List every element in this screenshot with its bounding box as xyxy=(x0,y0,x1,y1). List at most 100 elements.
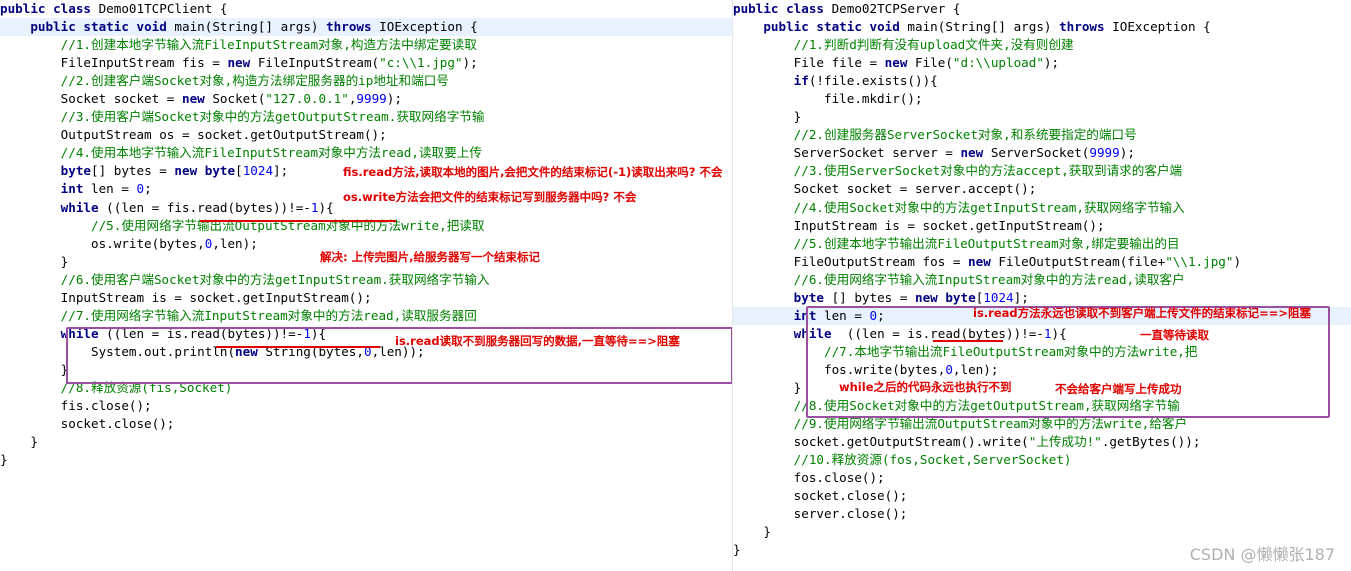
code-token: InputStream is = socket.getInputStream()… xyxy=(0,289,372,305)
code-token: Socket( xyxy=(212,91,266,107)
code-token: fos.write(bytes, xyxy=(733,361,946,377)
annotation-solution: 解决: 上传完图片,给服务器写一个结束标记 xyxy=(320,250,540,264)
code-token: IOException { xyxy=(1112,19,1211,35)
code-token: "d:\\upload" xyxy=(952,55,1044,71)
code-token: new xyxy=(960,145,991,161)
code-token: new xyxy=(181,91,213,107)
code-line: File file = new File("d:\\upload"); xyxy=(733,54,1351,72)
code-token: ; xyxy=(877,307,885,323)
code-token: ){ xyxy=(310,325,327,341)
code-token: //1.创建本地字节输入流FileInputStream对象,构造方法中绑定要读… xyxy=(60,37,477,53)
code-token: //3.使用客户端Socket对象中的方法getOutputStream.获取网… xyxy=(60,109,485,125)
code-line: server.close(); xyxy=(733,505,1351,523)
code-line: //9.使用网络字节输出流OutputStream对象中的方法write,给客户 xyxy=(733,415,1351,433)
code-line: } xyxy=(733,108,1351,126)
code-token: [ xyxy=(235,163,243,179)
code-token: InputStream is = socket.getInputStream()… xyxy=(733,217,1105,233)
code-token: //3.使用ServerSocket对象中的方法accept,获取到请求的客户端 xyxy=(793,163,1183,179)
code-token: } xyxy=(733,109,802,125)
code-token: //6.使用客户端Socket对象中的方法getInputStream.获取网络… xyxy=(60,271,490,287)
code-token: Socket socket = server.accept(); xyxy=(733,181,1037,197)
code-line: fos.close(); xyxy=(733,469,1351,487)
code-token: ) xyxy=(1233,253,1242,269)
code-token: fis.close(); xyxy=(0,398,152,414)
code-token: new xyxy=(884,55,915,71)
fis-read-underline xyxy=(200,220,396,222)
annotation-waiting: 一直等待读取 xyxy=(1140,328,1209,342)
code-token: main(String[] args) xyxy=(907,19,1060,35)
is-read-underline xyxy=(216,346,380,348)
code-token: //8.释放资源(fis,Socket) xyxy=(60,379,233,395)
code-token: 0 xyxy=(869,307,878,323)
code-token: ){ xyxy=(318,199,334,215)
code-token: System.out.println( xyxy=(0,343,236,359)
code-token: ((len = is.read(bytes))!=- xyxy=(839,325,1044,341)
code-line: //1.创建本地字节输入流FileInputStream对象,构造方法中绑定要读… xyxy=(0,36,732,54)
code-line: fis.close(); xyxy=(0,397,732,415)
code-token: ); xyxy=(1119,145,1135,161)
code-token: main(String[] args) xyxy=(174,19,327,35)
code-line: file.mkdir(); xyxy=(733,90,1351,108)
code-line: while ((len = is.read(bytes))!=-1){ xyxy=(733,325,1351,343)
code-token: throws xyxy=(1059,19,1113,35)
code-token: } xyxy=(0,434,38,450)
code-token: byte xyxy=(945,289,976,305)
code-token: //9.使用网络字节输出流OutputStream对象中的方法write,给客户 xyxy=(793,416,1188,432)
code-token: "c:\\1.jpg" xyxy=(379,55,463,71)
code-token: ){ xyxy=(1051,325,1067,341)
code-token: File file = xyxy=(733,55,885,71)
code-token: len = xyxy=(91,181,137,197)
code-line: } xyxy=(0,433,732,451)
code-line: //7.本地字节输出流FileOutputStream对象中的方法write,把 xyxy=(733,343,1351,361)
code-token: int xyxy=(793,307,825,323)
code-token: fos.close(); xyxy=(733,470,885,486)
code-token: } xyxy=(0,452,8,468)
code-token: //4.使用本地字节输入流FileInputStream对象中方法read,读取… xyxy=(60,145,482,161)
code-token: FileInputStream fis = xyxy=(0,55,228,71)
code-token: new xyxy=(968,253,999,269)
code-line: //10.释放资源(fos,Socket,ServerSocket) xyxy=(733,451,1351,469)
code-line: //7.使用网络字节输入流InputStream对象中的方法read,读取服务器… xyxy=(0,307,732,325)
code-token: //2.创建客户端Socket对象,构造方法绑定服务器的ip地址和端口号 xyxy=(60,73,449,89)
code-token: FileOutputStream fos = xyxy=(733,253,969,269)
code-token: static xyxy=(816,19,870,35)
code-token: IOException { xyxy=(379,19,478,35)
code-token: FileInputStream( xyxy=(257,55,380,71)
code-line: //2.创建服务器ServerSocket对象,和系统要指定的端口号 xyxy=(733,126,1351,144)
code-token: ); xyxy=(386,91,402,107)
code-line: byte [] bytes = new byte[1024]; xyxy=(733,289,1351,307)
code-token: ]; xyxy=(1013,289,1029,305)
code-token: 1024 xyxy=(983,289,1014,305)
code-line: } xyxy=(733,379,1351,397)
code-token: //8.使用Socket对象中的方法getOutputStream,获取网络字节… xyxy=(793,398,1180,414)
code-token: new xyxy=(915,289,946,305)
code-token: class xyxy=(786,1,832,16)
code-line: //2.创建客户端Socket对象,构造方法绑定服务器的ip地址和端口号 xyxy=(0,72,732,90)
code-token: //4.使用Socket对象中的方法getInputStream,获取网络字节输… xyxy=(793,199,1185,215)
code-line: socket.getOutputStream().write("上传成功!".g… xyxy=(733,433,1351,451)
code-token: Socket socket = xyxy=(0,91,182,107)
code-token: Demo01TCPClient { xyxy=(98,1,228,16)
code-line: //4.使用Socket对象中的方法getInputStream,获取网络字节输… xyxy=(733,199,1351,217)
code-line: } xyxy=(733,523,1351,541)
code-token: "\\1.jpg" xyxy=(1165,253,1234,269)
code-token: } xyxy=(0,361,69,377)
code-line: //4.使用本地字节输入流FileInputStream对象中方法read,读取… xyxy=(0,144,732,162)
code-token: len = xyxy=(824,307,870,323)
code-token: ServerSocket server = xyxy=(733,145,961,161)
code-token: //5.创建本地字节输出流FileOutputStream对象,绑定要输出的目 xyxy=(793,235,1180,251)
